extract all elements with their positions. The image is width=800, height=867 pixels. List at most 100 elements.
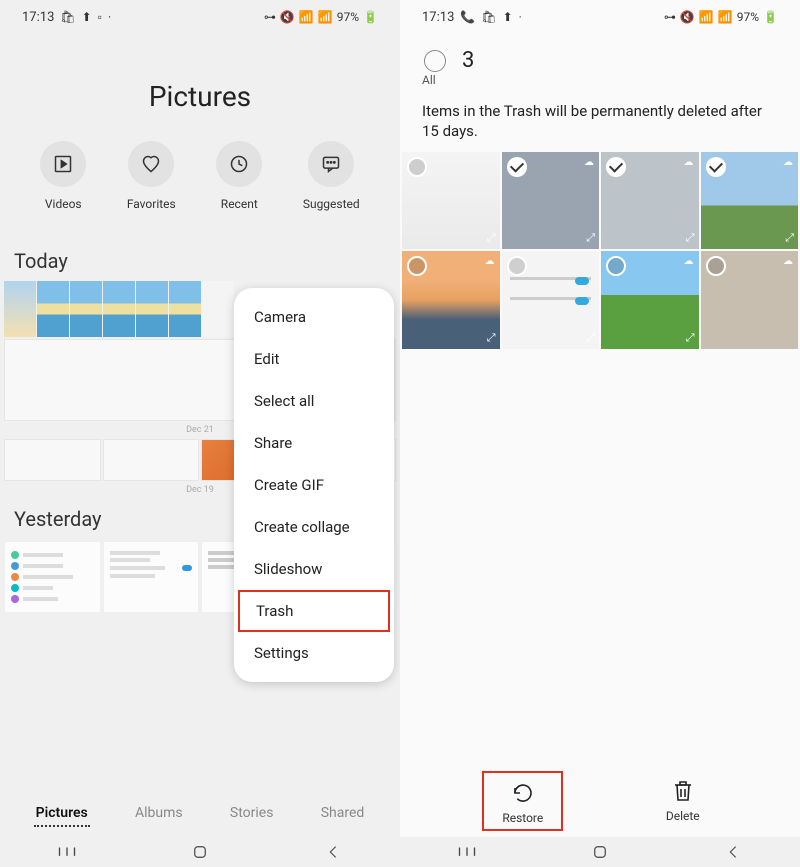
shop-icon: 🛍 — [481, 10, 496, 24]
trash-notice: Items in the Trash will be permanently d… — [400, 87, 800, 152]
menu-create-gif[interactable]: Create GIF — [234, 464, 394, 506]
item-checkbox-checked[interactable] — [507, 157, 527, 177]
trash-grid: ⤢ ☁ ⤢ ☁ ⤢ ☁ ⤢ ☁ ⤢ ⤢ — [400, 152, 800, 349]
nav-bar — [0, 837, 400, 867]
thumbnail[interactable] — [4, 439, 101, 481]
expand-icon[interactable]: ⤢ — [487, 331, 496, 345]
phone-icon: 📞 — [460, 10, 475, 24]
wifi-icon: 📶 — [299, 10, 314, 24]
menu-edit[interactable]: Edit — [234, 338, 394, 380]
clock-icon — [229, 154, 249, 174]
cloud-icon: ☁ — [783, 157, 793, 168]
category-suggested[interactable]: Suggested — [303, 141, 360, 211]
thumbnail[interactable] — [103, 281, 135, 337]
vpn-icon: ⊶ — [264, 10, 276, 24]
nav-back[interactable] — [323, 844, 343, 860]
page-title-area: Pictures — [0, 30, 400, 141]
thumbnail[interactable] — [37, 281, 69, 337]
battery-percent: 97% — [737, 10, 759, 24]
cloud-icon: ☁ — [684, 157, 694, 168]
menu-create-collage[interactable]: Create collage — [234, 506, 394, 548]
status-bar: 17:13 🛍 ⬆ ▫ · ⊶ 🔇 📶 📶 97% 🔋 — [0, 0, 400, 30]
selection-count: 3 — [462, 48, 474, 73]
category-favorites[interactable]: Favorites — [127, 141, 176, 211]
expand-icon[interactable]: ⤢ — [586, 231, 595, 245]
signal-icon: 📶 — [718, 10, 733, 24]
item-checkbox[interactable] — [407, 256, 427, 276]
nav-home[interactable] — [590, 844, 610, 860]
thumbnail[interactable] — [136, 281, 168, 337]
section-today: Today — [0, 239, 400, 281]
menu-camera[interactable]: Camera — [234, 296, 394, 338]
cloud-icon: ☁ — [783, 256, 793, 267]
page-title: Pictures — [0, 80, 400, 113]
cloud-icon: ☁ — [485, 256, 495, 267]
trash-item[interactable]: ☁ ⤢ — [601, 251, 699, 349]
restore-button[interactable]: Restore — [482, 771, 563, 831]
expand-icon[interactable]: ⤢ — [586, 331, 595, 345]
category-row: Videos Favorites Recent Suggested — [0, 141, 400, 239]
overflow-menu: Camera Edit Select all Share Create GIF … — [234, 288, 394, 682]
menu-trash[interactable]: Trash — [238, 590, 390, 632]
upload-icon: ⬆ — [82, 10, 92, 24]
status-bar: 17:13 📞 🛍 ⬆ · ⊶ 🔇 📶 📶 97% 🔋 — [400, 0, 800, 30]
category-videos[interactable]: Videos — [40, 141, 86, 211]
expand-icon[interactable]: ⤢ — [686, 331, 695, 345]
item-checkbox[interactable] — [407, 157, 427, 177]
item-checkbox-checked[interactable] — [706, 157, 726, 177]
menu-share[interactable]: Share — [234, 422, 394, 464]
delete-button[interactable]: Delete — [648, 771, 718, 831]
item-checkbox[interactable] — [606, 256, 626, 276]
trash-item[interactable]: ☁ ⤢ — [502, 152, 600, 250]
tab-stories[interactable]: Stories — [228, 801, 276, 827]
tab-pictures[interactable]: Pictures — [34, 801, 90, 827]
nav-recents[interactable] — [57, 844, 77, 860]
signal-icon: 📶 — [318, 10, 333, 24]
vpn-icon: ⊶ — [664, 10, 676, 24]
thumbnail[interactable] — [4, 541, 101, 613]
trash-item[interactable]: ⤢ — [402, 152, 500, 250]
thumbnail[interactable] — [103, 439, 200, 481]
trash-item[interactable]: ☁ ⤢ — [701, 152, 799, 250]
menu-settings[interactable]: Settings — [234, 632, 394, 674]
thumbnail[interactable] — [70, 281, 102, 337]
heart-icon — [141, 154, 161, 174]
select-all-checkbox[interactable] — [424, 50, 446, 72]
thumbnail[interactable] — [202, 281, 234, 337]
thumbnail[interactable] — [169, 281, 201, 337]
trash-item[interactable]: ☁ — [701, 251, 799, 349]
image-icon: ▫ — [98, 10, 102, 24]
status-time: 17:13 — [22, 10, 54, 25]
menu-slideshow[interactable]: Slideshow — [234, 548, 394, 590]
item-checkbox[interactable] — [507, 256, 527, 276]
action-bar: Restore Delete — [400, 761, 800, 837]
nav-home[interactable] — [190, 844, 210, 860]
menu-select-all[interactable]: Select all — [234, 380, 394, 422]
mute-icon: 🔇 — [280, 10, 295, 24]
expand-icon[interactable]: ⤢ — [487, 231, 496, 245]
shop-icon: 🛍 — [60, 10, 75, 24]
tab-albums[interactable]: Albums — [133, 801, 185, 827]
battery-icon: 🔋 — [363, 10, 378, 24]
item-checkbox[interactable] — [706, 256, 726, 276]
category-recent[interactable]: Recent — [216, 141, 262, 211]
selection-header: 3 — [400, 30, 800, 77]
item-checkbox-checked[interactable] — [606, 157, 626, 177]
phone-left-pictures: 17:13 🛍 ⬆ ▫ · ⊶ 🔇 📶 📶 97% 🔋 Pictures Vid… — [0, 0, 400, 867]
cloud-icon: ☁ — [584, 157, 594, 168]
thumbnail[interactable] — [103, 541, 200, 613]
nav-recents[interactable] — [457, 844, 477, 860]
thumbnail[interactable] — [4, 281, 36, 337]
mute-icon: 🔇 — [680, 10, 695, 24]
wifi-icon: 📶 — [699, 10, 714, 24]
upload-icon: ⬆ — [503, 10, 513, 24]
nav-back[interactable] — [723, 844, 743, 860]
nav-bar — [400, 837, 800, 867]
expand-icon[interactable]: ⤢ — [785, 231, 794, 245]
tab-shared[interactable]: Shared — [319, 801, 367, 827]
trash-item[interactable]: ☁ ⤢ — [601, 152, 699, 250]
trash-item[interactable]: ☁ ⤢ — [402, 251, 500, 349]
select-all-label: All — [400, 73, 800, 87]
expand-icon[interactable]: ⤢ — [686, 231, 695, 245]
trash-item[interactable]: ⤢ — [502, 251, 600, 349]
